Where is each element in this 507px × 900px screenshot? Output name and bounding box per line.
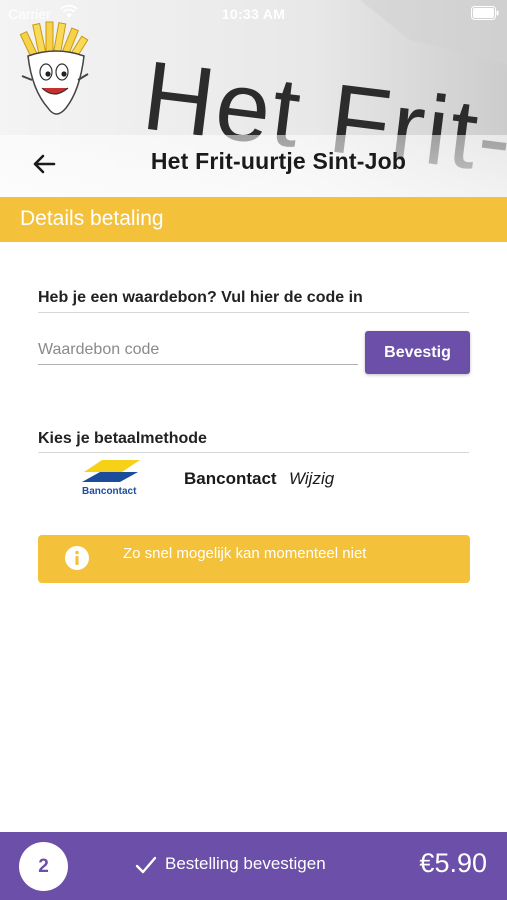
voucher-code-input[interactable] xyxy=(38,336,358,365)
section-header: Details betaling xyxy=(0,197,507,242)
footer-bar: 2 Bestelling bevestigen €5.90 xyxy=(0,832,507,900)
back-button[interactable] xyxy=(26,146,62,182)
info-icon xyxy=(65,546,89,570)
total-price: €5.90 xyxy=(419,848,487,878)
confirm-voucher-button[interactable]: Bevestig xyxy=(365,331,470,374)
confirm-order-label: Bestelling bevestigen xyxy=(165,854,326,873)
change-payment-link[interactable]: Wijzig xyxy=(289,469,334,489)
fries-mascot-logo xyxy=(19,21,89,115)
payment-divider xyxy=(38,452,469,453)
page-title: Het Frit-uurtje Sint-Job xyxy=(150,148,407,174)
payment-method-name: Bancontact xyxy=(184,469,277,488)
header-banner: Het Frit-uurtje Carrier 10:33 AM Het Fri… xyxy=(0,0,507,197)
section-title: Details betaling xyxy=(20,207,164,230)
arrow-left-icon xyxy=(33,154,56,174)
battery-icon xyxy=(471,6,499,20)
payment-method-label: Kies je betaalmethode xyxy=(38,430,207,447)
check-icon xyxy=(135,856,157,874)
voucher-label: Heb je een waardebon? Vul hier de code i… xyxy=(38,289,363,306)
payment-method-row: Bancontact Bancontact Wijzig xyxy=(80,458,480,500)
info-banner: Zo snel mogelijk kan momenteel niet xyxy=(38,535,470,583)
voucher-divider xyxy=(38,312,469,313)
cart-item-count-badge: 2 xyxy=(19,842,68,891)
bancontact-logo-text: Bancontact xyxy=(82,486,137,497)
bancontact-logo-icon: Bancontact xyxy=(82,460,140,497)
info-message: Zo snel mogelijk kan momenteel niet xyxy=(123,545,367,562)
